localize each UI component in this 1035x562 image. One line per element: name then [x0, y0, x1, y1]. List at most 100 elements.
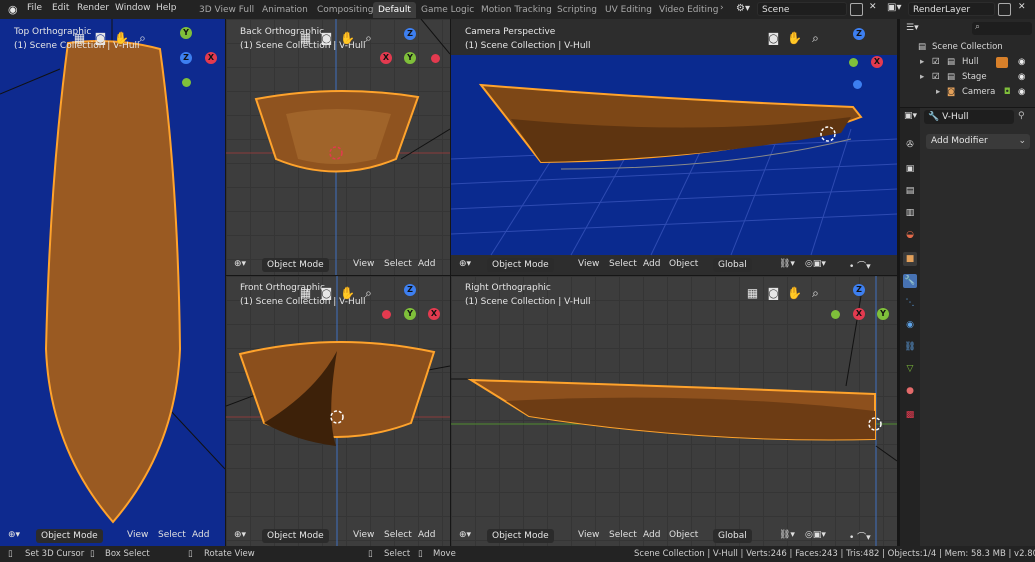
axis-y-icon[interactable]: Y: [404, 52, 416, 64]
falloff-icon[interactable]: • ⌒▾: [849, 259, 871, 272]
axis-x-icon[interactable]: X: [853, 308, 865, 320]
mode-dropdown[interactable]: Object Mode: [487, 258, 554, 272]
axis-gizmo[interactable]: Z Y X: [376, 281, 440, 341]
tab-animation[interactable]: Animation: [257, 2, 313, 18]
menu-render[interactable]: Render: [77, 3, 109, 13]
outliner-item-stage[interactable]: ▸ ☑ ▤ Stage ◉: [900, 70, 1035, 85]
zoom-icon[interactable]: ⌕: [808, 286, 823, 301]
hand-pan-icon[interactable]: ✋: [787, 31, 802, 46]
viewport-right-orthographic[interactable]: Right Orthographic (1) Scene Collection …: [451, 276, 897, 546]
menu-edit[interactable]: Edit: [52, 3, 69, 13]
filter-icon[interactable]: [996, 57, 1008, 68]
mode-dropdown[interactable]: Object Mode: [487, 529, 554, 543]
axis-neg-y-icon[interactable]: [182, 78, 191, 87]
renderlayer-field[interactable]: RenderLayer: [908, 2, 995, 16]
axis-x-icon[interactable]: X: [380, 52, 392, 64]
eye-icon[interactable]: ◉: [1018, 85, 1025, 100]
axis-y-icon[interactable]: Y: [180, 27, 192, 39]
cursor-tool-icon[interactable]: ⊕▾: [459, 259, 471, 269]
checkbox-icon[interactable]: ☑: [932, 55, 940, 70]
menu-add[interactable]: Add: [418, 530, 435, 540]
menu-window[interactable]: Window: [115, 3, 151, 13]
axis-neg-x-icon[interactable]: [382, 310, 391, 319]
object-data-tab-icon[interactable]: ▽: [903, 362, 917, 376]
camera-icon[interactable]: ◙: [93, 31, 108, 46]
pin-icon[interactable]: ⚲: [1018, 111, 1025, 121]
axis-z-icon[interactable]: Z: [404, 284, 416, 296]
axis-gizmo[interactable]: Y Z X: [172, 25, 222, 87]
camera-icon[interactable]: ◙: [766, 31, 781, 46]
menu-view[interactable]: View: [353, 530, 374, 540]
axis-gizmo[interactable]: Z X Y: [823, 281, 889, 341]
menu-add[interactable]: Add: [643, 530, 660, 540]
outliner-root[interactable]: ▤ Scene Collection: [900, 40, 1035, 55]
hand-pan-icon[interactable]: ✋: [340, 286, 355, 301]
checkbox-icon[interactable]: ☑: [932, 70, 940, 85]
axis-neg-x-icon[interactable]: [431, 54, 440, 63]
physics-tab-icon[interactable]: ◉: [903, 318, 917, 332]
tab-3d-view-full[interactable]: 3D View Full: [194, 2, 259, 18]
axis-z-icon[interactable]: Z: [404, 28, 416, 40]
delete-scene-icon[interactable]: ✕: [869, 2, 877, 12]
outliner-search[interactable]: ⌕: [972, 22, 1032, 35]
scene-tab-icon[interactable]: ◒: [903, 228, 917, 242]
menu-select[interactable]: Select: [158, 530, 186, 540]
render-tab-icon[interactable]: ▣: [903, 162, 917, 176]
scroll-right-icon[interactable]: ›: [720, 3, 724, 13]
outliner-item-hull[interactable]: ▸ ☑ ▤ Hull ◉: [900, 55, 1035, 70]
grid-icon[interactable]: ▦: [298, 31, 313, 46]
mode-dropdown[interactable]: Object Mode: [262, 529, 329, 543]
menu-add[interactable]: Add: [418, 259, 435, 269]
axis-z-icon[interactable]: Z: [853, 28, 865, 40]
hand-pan-icon[interactable]: ✋: [114, 31, 129, 46]
constraints-tab-icon[interactable]: ⛓: [903, 340, 917, 354]
axis-z-icon[interactable]: Z: [180, 52, 192, 64]
camera-icon[interactable]: ◙: [766, 286, 781, 301]
transform-orientation-dropdown[interactable]: Global: [713, 258, 752, 272]
tool-tab-icon[interactable]: ✇: [903, 138, 917, 152]
tab-motion-tracking[interactable]: Motion Tracking: [476, 2, 557, 18]
tab-video-editing[interactable]: Video Editing: [654, 2, 723, 18]
mode-dropdown[interactable]: Object Mode: [262, 258, 329, 272]
proportional-icon[interactable]: ◎▣▾: [805, 530, 826, 540]
camera-data-icon[interactable]: ◘: [1004, 85, 1011, 100]
menu-add[interactable]: Add: [643, 259, 660, 269]
tab-scripting[interactable]: Scripting: [552, 2, 602, 18]
axis-y-icon[interactable]: Y: [404, 308, 416, 320]
axis-x-icon[interactable]: X: [205, 52, 217, 64]
menu-object[interactable]: Object: [669, 530, 698, 540]
zoom-icon[interactable]: ⌕: [361, 286, 376, 301]
mode-dropdown[interactable]: Object Mode: [36, 529, 103, 543]
expand-arrow-icon[interactable]: ▸: [920, 55, 924, 70]
cursor-tool-icon[interactable]: ⊕▾: [8, 530, 20, 540]
modifier-tab-icon[interactable]: 🔧: [903, 274, 917, 288]
viewport-camera-perspective[interactable]: Camera Perspective (1) Scene Collection …: [451, 19, 897, 275]
menu-select[interactable]: Select: [609, 259, 637, 269]
hand-pan-icon[interactable]: ✋: [340, 31, 355, 46]
proportional-icon[interactable]: ◎▣▾: [805, 259, 826, 269]
axis-x-icon[interactable]: X: [428, 308, 440, 320]
output-tab-icon[interactable]: ▤: [903, 184, 917, 198]
material-tab-icon[interactable]: ●: [903, 384, 917, 398]
axis-z-icon[interactable]: Z: [853, 284, 865, 296]
camera-icon[interactable]: ◙: [319, 31, 334, 46]
menu-select[interactable]: Select: [384, 530, 412, 540]
cursor-tool-icon[interactable]: ⊕▾: [234, 530, 246, 540]
delete-renderlayer-icon[interactable]: ✕: [1018, 2, 1026, 12]
axis-y-icon[interactable]: [849, 58, 858, 67]
tab-compositing[interactable]: Compositing: [312, 2, 378, 18]
snapping-icon[interactable]: ⛓▾: [779, 530, 795, 540]
menu-select[interactable]: Select: [384, 259, 412, 269]
axis-x-icon[interactable]: X: [871, 56, 883, 68]
scene-icon[interactable]: ⚙▾: [736, 3, 750, 14]
menu-add[interactable]: Add: [192, 530, 209, 540]
view-layer-tab-icon[interactable]: ▥: [903, 206, 917, 220]
expand-arrow-icon[interactable]: ▸: [920, 70, 924, 85]
snapping-icon[interactable]: ⛓▾: [779, 259, 795, 269]
menu-object[interactable]: Object: [669, 259, 698, 269]
add-modifier-dropdown[interactable]: Add Modifier ⌄: [926, 134, 1030, 149]
axis-neg-y-icon[interactable]: [831, 310, 840, 319]
falloff-icon[interactable]: • ⌒▾: [849, 530, 871, 543]
object-tab-icon[interactable]: ■: [903, 252, 917, 266]
menu-help[interactable]: Help: [156, 3, 177, 13]
